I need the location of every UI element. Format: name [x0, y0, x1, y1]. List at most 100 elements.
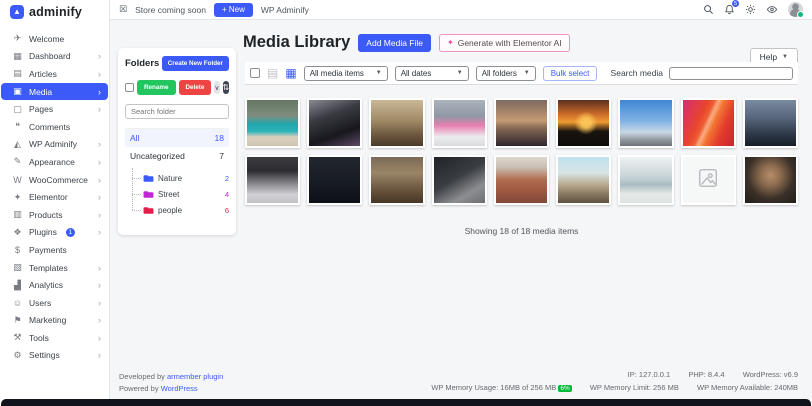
- plugins-icon: ❖: [13, 226, 22, 237]
- users-icon: ☺: [12, 297, 23, 308]
- folders-title: Folders: [125, 58, 160, 69]
- generate-elementor-ai-button[interactable]: ✦ Generate with Elementor AI: [439, 33, 570, 52]
- sidebar-item-payments[interactable]: $ Payments: [1, 241, 108, 259]
- folder-item-uncategorized[interactable]: Uncategorized 7: [125, 147, 229, 165]
- folder-sort-button[interactable]: ⇅: [222, 81, 230, 94]
- chevron-right-icon: ›: [98, 332, 101, 343]
- list-view-icon[interactable]: ▤: [267, 67, 278, 79]
- bulk-select-button[interactable]: Bulk select: [542, 65, 598, 81]
- developer-link[interactable]: armember plugin: [167, 372, 223, 381]
- tools-icon: ⚒: [13, 332, 22, 343]
- dusk-horizon-photo[interactable]: [493, 98, 550, 148]
- admin-topbar: ☒ Store coming soon + New WP Adminify 5: [110, 0, 812, 20]
- rename-button[interactable]: Rename: [137, 80, 176, 95]
- sidebar-item-wp-adminify[interactable]: ◭ WP Adminify ›: [1, 136, 108, 154]
- sidebar-item-woocommerce[interactable]: W WooCommerce ›: [1, 171, 108, 189]
- sort-icon: ⇅: [222, 83, 230, 92]
- sidebar-item-dashboard[interactable]: ▦ Dashboard ›: [1, 48, 108, 66]
- folder-item-all[interactable]: All 18: [125, 129, 229, 147]
- red-abstract-photo[interactable]: [680, 98, 736, 148]
- woocommerce-icon: W: [13, 174, 22, 185]
- rooftops-aerial-photo[interactable]: [493, 155, 550, 205]
- sidebar-item-welcome[interactable]: ✈ Welcome: [1, 30, 108, 48]
- chevron-right-icon: ›: [98, 297, 101, 308]
- sidebar-item-marketing[interactable]: ⚑ Marketing ›: [1, 312, 108, 330]
- add-media-file-button[interactable]: Add Media File: [358, 33, 431, 52]
- search-icon[interactable]: [703, 4, 714, 15]
- delete-button[interactable]: Delete: [178, 80, 212, 95]
- media-icon: ▣: [13, 86, 22, 97]
- store-status-icon: ☒: [119, 4, 128, 14]
- sidebar-item-plugins[interactable]: ❖ Plugins 1 ›: [1, 224, 108, 242]
- image-placeholder-icon: [697, 167, 719, 194]
- user-avatar[interactable]: [788, 2, 804, 18]
- group-people-photo[interactable]: [307, 98, 363, 148]
- paper-plane-icon: ✈: [13, 33, 22, 44]
- chevron-right-icon: ›: [98, 86, 101, 97]
- chevron-right-icon: ›: [98, 209, 101, 220]
- elementor-icon: ✦: [13, 191, 22, 202]
- folder-count: 18: [214, 133, 224, 143]
- folder-count: 7: [219, 151, 224, 161]
- sidebar-item-templates[interactable]: ▧ Templates ›: [1, 259, 108, 277]
- van-night-photo[interactable]: [431, 155, 487, 205]
- folder-filter-select[interactable]: All folders ▼: [475, 65, 536, 81]
- street-dusk-photo[interactable]: [742, 98, 798, 148]
- pink-jacket-photo[interactable]: [431, 98, 487, 148]
- adminify-logo[interactable]: ▲ adminify: [0, 0, 109, 24]
- help-label: Help: [759, 52, 778, 62]
- sidebar-item-articles[interactable]: ▤ Articles ›: [1, 65, 108, 83]
- alley-photo[interactable]: [369, 155, 425, 205]
- notifications-button[interactable]: 5: [724, 0, 739, 15]
- preview-eye-icon[interactable]: [766, 4, 778, 15]
- bottom-bar: [1, 399, 811, 406]
- sidebar-item-elementor[interactable]: ✦ Elementor ›: [1, 188, 108, 206]
- folder-expand-button[interactable]: ∨: [214, 81, 220, 94]
- search-media-input[interactable]: [669, 66, 793, 80]
- sidebar-item-comments[interactable]: ❝ Comments: [1, 118, 108, 136]
- night-street-photo[interactable]: [307, 155, 363, 205]
- dark-mode-toggle-icon[interactable]: [745, 4, 756, 15]
- sidebar-item-label: Settings: [29, 350, 60, 361]
- powered-by-text: Powered by: [119, 383, 159, 393]
- sidebar-item-appearance[interactable]: ✎ Appearance ›: [1, 153, 108, 171]
- sidebar-item-media[interactable]: ▣ Media ›: [1, 82, 108, 101]
- sidebar-item-analytics[interactable]: ▟ Analytics ›: [1, 276, 108, 294]
- sidebar-item-users[interactable]: ☺ Users ›: [1, 294, 108, 312]
- sky-city-photo[interactable]: [618, 98, 674, 148]
- wordpress-link[interactable]: WordPress: [161, 384, 198, 393]
- sidebar-item-products[interactable]: ▥ Products ›: [1, 206, 108, 224]
- folder-name: Nature: [158, 173, 183, 183]
- date-filter-select[interactable]: All dates ▼: [394, 65, 469, 81]
- store-status-link[interactable]: Store coming soon: [135, 5, 206, 15]
- chevron-down-icon: ▼: [375, 70, 382, 76]
- site-name-link[interactable]: WP Adminify: [261, 5, 309, 15]
- grid-view-icon[interactable]: ▦: [285, 67, 296, 79]
- search-folder-input[interactable]: [125, 104, 229, 119]
- folder-item-people[interactable]: people 6: [132, 202, 229, 218]
- dog-walk-photo[interactable]: [369, 98, 425, 148]
- sidebar-item-tools[interactable]: ⚒ Tools ›: [1, 329, 108, 347]
- pale-mountain-photo[interactable]: [618, 155, 674, 205]
- image-placeholder[interactable]: [680, 155, 736, 205]
- sidebar-item-label: Elementor: [29, 192, 68, 203]
- folder-item-nature[interactable]: Nature 2: [132, 170, 229, 186]
- mountain-street-photo[interactable]: [556, 155, 612, 205]
- sidebar-item-settings[interactable]: ⚙ Settings ›: [1, 347, 108, 365]
- search-media-label: Search media: [610, 68, 663, 78]
- beach-lake-photo[interactable]: [245, 98, 301, 148]
- folder-item-street[interactable]: Street 4: [132, 186, 229, 202]
- select-all-checkbox[interactable]: [250, 68, 260, 78]
- sidebar-item-pages[interactable]: ▢ Pages ›: [1, 100, 108, 118]
- create-new-folder-button[interactable]: Create New Folder: [161, 56, 229, 71]
- new-button[interactable]: + New: [213, 2, 253, 17]
- portrait-photo[interactable]: [742, 155, 798, 205]
- bridge-snow-photo[interactable]: [245, 155, 301, 205]
- chevron-down-icon: ▼: [456, 70, 463, 76]
- sunset-photo[interactable]: [556, 98, 612, 148]
- folder-name: Uncategorized: [130, 151, 185, 161]
- chevron-right-icon: ›: [98, 315, 101, 326]
- page-title: Media Library: [243, 33, 351, 51]
- folders-checkbox[interactable]: [125, 83, 134, 92]
- media-type-select[interactable]: All media items ▼: [303, 65, 388, 81]
